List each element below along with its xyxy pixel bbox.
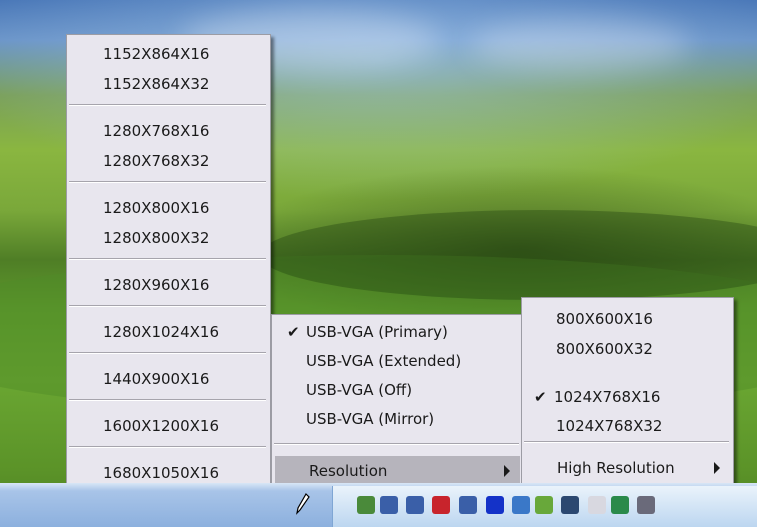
resolution-option[interactable]: 1280X960X16 [103, 270, 209, 300]
menu-separator [69, 305, 266, 307]
high-resolution-menu-item[interactable]: High Resolution [524, 453, 730, 483]
resolution-submenu: High Resolution 800X600X16 800X600X32 ✔ 102… [521, 297, 734, 491]
high-resolution-label: High Resolution [557, 459, 675, 477]
usb-vga-context-menu: Resolution ✔ USB-VGA (Primary) USB-VGA (Ex… [271, 314, 524, 492]
resolution-option[interactable]: 1152X864X16 [103, 39, 209, 69]
nvidia-icon[interactable] [535, 496, 553, 514]
antivirus-icon[interactable] [486, 496, 504, 514]
resolution-label: Resolution [309, 462, 388, 480]
resolution-option[interactable]: 1280X800X32 [103, 223, 209, 253]
usb-vga-mode-item[interactable]: ✔ USB-VGA (Primary) [275, 317, 520, 347]
menu-separator [524, 441, 729, 443]
network-disconnected-icon[interactable] [380, 496, 398, 514]
high-resolution-submenu: 1152X864X16 1152X864X32 1280X768X16 1280X76… [66, 34, 271, 493]
menu-separator [69, 258, 266, 260]
fullscreen-icon[interactable] [611, 496, 629, 514]
checkmark-icon: ✔ [534, 388, 547, 406]
usb-vga-mode-label: USB-VGA (Extended) [306, 352, 462, 370]
resolution-option[interactable]: 1024X768X32 [524, 411, 730, 441]
network-warning-icon[interactable] [406, 496, 424, 514]
resolution-option[interactable]: 1152X864X32 [103, 69, 209, 99]
menu-separator [69, 399, 266, 401]
blocked-icon[interactable] [588, 496, 606, 514]
submenu-arrow-icon [714, 462, 720, 474]
resolution-option-label: 800X600X16 [556, 310, 653, 328]
usb-vga-mode-label: USB-VGA (Off) [306, 381, 413, 399]
usb-vga-mode-label: USB-VGA (Primary) [306, 323, 448, 341]
resolution-option-label: 800X600X32 [556, 340, 653, 358]
resolution-option[interactable]: 1600X1200X16 [103, 411, 219, 441]
resolution-option[interactable]: 1280X800X16 [103, 193, 209, 223]
resolution-option[interactable]: 800X600X16 [524, 304, 730, 334]
menu-separator [274, 443, 519, 445]
network-error-icon[interactable] [459, 496, 477, 514]
volume-icon[interactable] [637, 496, 655, 514]
usb-vga-mode-item[interactable]: USB-VGA (Extended) [275, 346, 520, 376]
resolution-option[interactable]: 800X600X32 [524, 334, 730, 364]
menu-separator [69, 104, 266, 106]
resolution-option[interactable]: 1280X768X16 [103, 116, 209, 146]
checkmark-icon: ✔ [287, 323, 300, 341]
security-shield-icon[interactable] [432, 496, 450, 514]
resolution-option-label: 1024X768X32 [556, 417, 663, 435]
display-icon[interactable] [561, 496, 579, 514]
usb-vga-mode-item[interactable]: USB-VGA (Off) [275, 375, 520, 405]
menu-separator [69, 446, 266, 448]
usb-display-icon[interactable] [357, 496, 375, 514]
submenu-arrow-icon [504, 465, 510, 477]
resolution-option-label: 1024X768X16 [554, 388, 661, 406]
usb-vga-mode-label: USB-VGA (Mirror) [306, 410, 435, 428]
resolution-option[interactable]: 1280X768X32 [103, 146, 209, 176]
usb-vga-mode-item[interactable]: USB-VGA (Mirror) [275, 404, 520, 434]
resolution-option[interactable]: ✔ 1024X768X16 [524, 382, 730, 412]
menu-separator [69, 352, 266, 354]
resolution-option[interactable]: 1440X900X16 [103, 364, 209, 394]
resolution-menu-item[interactable]: Resolution [275, 456, 520, 486]
wallpaper-cloud [470, 20, 690, 70]
pen-cursor-icon [296, 493, 310, 515]
network-icon[interactable] [512, 496, 530, 514]
resolution-option[interactable]: 1280X1024X16 [103, 317, 219, 347]
menu-separator [69, 181, 266, 183]
